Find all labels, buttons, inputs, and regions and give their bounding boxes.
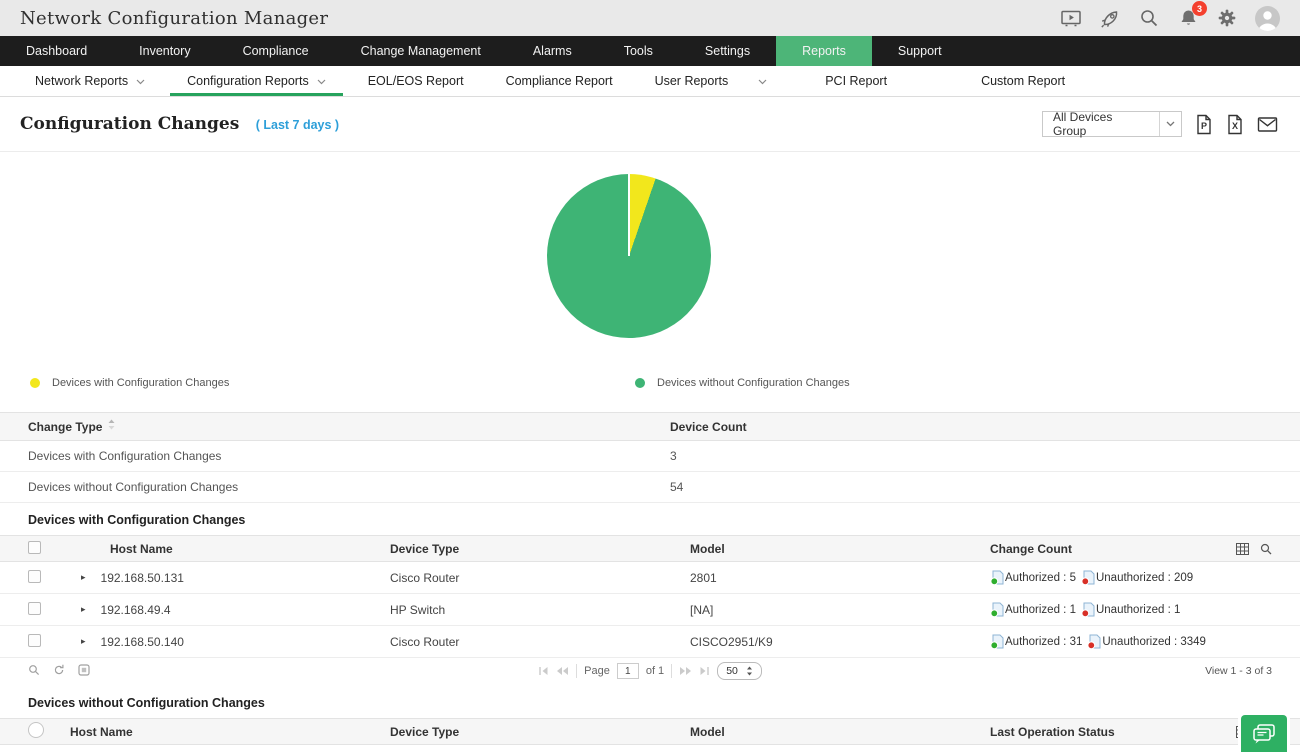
chevron-down-icon [136,79,145,85]
device-group-select[interactable]: All Devices Group [1042,111,1182,137]
configuration-changes-chart: Devices with Configuration Changes Devic… [0,174,1300,412]
table-pager: Page of 1 50 View 1 - 3 of 3 [0,660,1300,684]
nav-support[interactable]: Support [872,36,968,66]
subnav-user-reports[interactable]: User Reports [634,66,789,96]
legend-dot-green [635,378,645,388]
col-host-name[interactable]: Host Name [62,725,390,739]
nav-inventory[interactable]: Inventory [113,36,216,66]
app-title: Network Configuration Manager [20,8,328,29]
authorized-change-icon [990,602,1004,617]
nav-settings[interactable]: Settings [679,36,776,66]
unauthorized-change-icon [1081,602,1095,617]
table-search-icon[interactable] [1260,543,1272,555]
device-group-value: All Devices Group [1043,112,1159,136]
select-arrow-icon[interactable] [1159,112,1181,136]
main-nav: Dashboard Inventory Compliance Change Ma… [0,36,1300,66]
legend-dot-yellow [30,378,40,388]
legend-unchanged: Devices without Configuration Changes [635,377,850,389]
expand-arrow-icon[interactable]: ▸ [81,636,86,647]
select-all-checkbox[interactable] [28,541,41,554]
live-chat-button[interactable] [1241,715,1287,752]
top-bar: Network Configuration Manager 3 [0,0,1300,36]
table-row[interactable]: 27.1.1.50 Cisco Router 2612 Backup [0,745,1300,752]
getting-started-rocket-icon[interactable] [1099,7,1121,29]
nav-dashboard[interactable]: Dashboard [0,36,113,66]
subnav-network-reports[interactable]: Network Reports [14,66,166,96]
summary-table: Change Type Device Count Devices with Co… [0,412,1300,503]
pdf-export-icon[interactable]: P [1195,114,1213,135]
legend-changed: Devices with Configuration Changes [30,377,229,389]
subnav-custom-report[interactable]: Custom Report [960,66,1086,96]
user-avatar[interactable] [1255,6,1280,31]
pie-chart[interactable] [547,174,711,338]
table-row[interactable]: ▸192.168.49.4 HP Switch [NA] Authorized … [0,594,1300,626]
pager-last-icon[interactable] [699,666,710,676]
sort-icon[interactable] [108,419,115,430]
table-row[interactable]: Devices with Configuration Changes 3 [0,441,1300,472]
col-model[interactable]: Model [690,542,990,556]
subnav-compliance-report[interactable]: Compliance Report [485,66,634,96]
subnav-eol-eos-report[interactable]: EOL/EOS Report [347,66,485,96]
col-host-name[interactable]: Host Name [76,542,390,556]
nav-change-management[interactable]: Change Management [335,36,507,66]
svg-text:X: X [1232,121,1238,131]
pager-page-label: Page [584,665,610,677]
page-number-input[interactable] [617,663,639,679]
page-size-select[interactable]: 50 [717,662,762,680]
unauthorized-change-icon [1087,634,1101,649]
unauthorized-change-icon [1081,570,1095,585]
col-last-operation-status[interactable]: Last Operation Status [990,725,1272,739]
section-title-unchanged-devices: Devices without Configuration Changes [0,684,1300,718]
page-title: Configuration Changes [20,114,239,134]
authorized-change-icon [990,634,1004,649]
col-change-count[interactable]: Change Count [990,542,1272,556]
table-row[interactable]: ▸192.168.50.131 Cisco Router 2801 Author… [0,562,1300,594]
col-device-type[interactable]: Device Type [390,542,690,556]
table-row[interactable]: Devices without Configuration Changes 54 [0,472,1300,503]
col-device-count[interactable]: Device Count [670,420,1272,434]
row-checkbox[interactable] [28,570,41,583]
svg-text:P: P [1201,121,1207,131]
select-all-radio[interactable] [28,722,44,738]
row-checkbox[interactable] [28,634,41,647]
expand-arrow-icon[interactable]: ▸ [81,604,86,615]
table-row[interactable]: ▸192.168.50.140 Cisco Router CISCO2951/K… [0,626,1300,658]
reports-subnav: Network Reports Configuration Reports EO… [0,66,1300,97]
pager-prev-icon[interactable] [556,666,569,676]
subnav-configuration-reports[interactable]: Configuration Reports [166,66,347,96]
pager-of-label: of 1 [646,665,664,677]
col-device-type[interactable]: Device Type [390,725,690,739]
search-icon[interactable] [1138,7,1160,29]
notification-badge: 3 [1192,1,1207,16]
report-period: ( Last 7 days ) [256,118,339,132]
column-chooser-icon[interactable] [1236,543,1249,555]
col-model[interactable]: Model [690,725,990,739]
unchanged-devices-table: Host Name Device Type Model Last Operati… [0,718,1300,752]
authorized-change-icon [990,570,1004,585]
subnav-pci-report[interactable]: PCI Report [804,66,908,96]
expand-arrow-icon[interactable]: ▸ [81,572,86,583]
notifications-bell-icon[interactable]: 3 [1177,7,1199,29]
nav-reports[interactable]: Reports [776,36,872,66]
email-report-icon[interactable] [1257,116,1278,133]
changed-devices-table: Host Name Device Type Model Change Count… [0,535,1300,684]
section-title-changed-devices: Devices with Configuration Changes [0,503,1300,535]
chevron-down-icon [317,79,326,85]
pager-view-range: View 1 - 3 of 3 [1205,665,1272,677]
chevron-down-icon [758,79,767,85]
nav-tools[interactable]: Tools [598,36,679,66]
demo-video-icon[interactable] [1060,7,1082,29]
pager-next-icon[interactable] [679,666,692,676]
excel-export-icon[interactable]: X [1226,114,1244,135]
nav-compliance[interactable]: Compliance [217,36,335,66]
row-checkbox[interactable] [28,602,41,615]
nav-alarms[interactable]: Alarms [507,36,598,66]
page-header: Configuration Changes ( Last 7 days ) Al… [0,97,1300,152]
pager-first-icon[interactable] [538,666,549,676]
col-change-type[interactable]: Change Type [28,419,670,434]
settings-gear-icon[interactable] [1216,7,1238,29]
